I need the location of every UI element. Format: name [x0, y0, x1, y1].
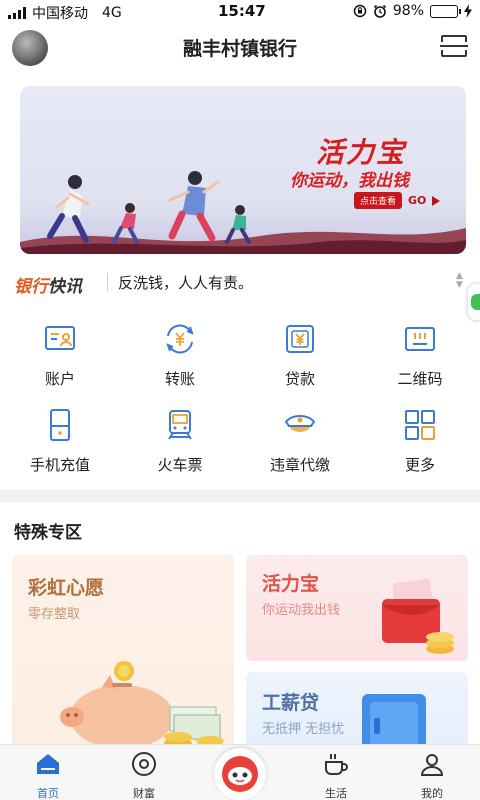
card-rainbow-wish-subtitle: 零存整取	[28, 607, 81, 622]
tab-wealth[interactable]: 财富	[96, 751, 192, 800]
card-rainbow-wish[interactable]: 彩虹心愿 零存整取	[12, 555, 234, 755]
runners-illustration	[47, 171, 251, 244]
home-icon	[37, 754, 59, 774]
banner-cta-pill: 点击查看	[354, 192, 403, 209]
red-envelope-illustration	[382, 578, 454, 654]
account-card-icon	[45, 326, 75, 350]
special-section-title: 特殊专区	[14, 523, 82, 543]
card-vitality-title: 活力宝	[262, 573, 320, 595]
func-traffic-fine[interactable]: 违章代缴	[240, 408, 360, 475]
assistant-button[interactable]	[214, 748, 266, 800]
func-loan-label: 贷款	[284, 370, 315, 388]
tab-mine[interactable]: 我的	[384, 751, 480, 800]
banner-title: 活力宝	[316, 136, 407, 169]
func-transfer[interactable]: 转账	[120, 322, 240, 389]
tab-home[interactable]: 首页	[0, 751, 96, 800]
battery-icon	[430, 4, 461, 18]
news-tag: 银行快讯	[14, 272, 82, 297]
card-vitality-subtitle: 你运动我出钱	[262, 603, 341, 618]
user-icon	[420, 754, 444, 776]
func-transfer-label: 转账	[164, 370, 195, 388]
police-cap-icon	[284, 415, 316, 432]
page-title: 融丰村镇银行	[182, 38, 297, 60]
func-qrcode-label: 二维码	[397, 370, 443, 388]
status-left: 中国移动 4G	[8, 3, 122, 23]
func-more[interactable]: 更多	[360, 408, 480, 475]
status-time: 15:47	[218, 2, 266, 20]
promo-banner[interactable]: 活力宝 你运动，我出钱 点击查看 GO	[20, 86, 466, 254]
tab-mine-label: 我的	[421, 787, 443, 800]
phone-topup-icon	[50, 409, 70, 441]
func-train-ticket[interactable]: 火车票	[120, 408, 240, 475]
robot-assistant-icon	[222, 756, 258, 792]
banner-cta[interactable]: 点击查看 GO	[354, 192, 441, 209]
alarm-icon	[373, 4, 386, 18]
func-loan[interactable]: 贷款	[240, 322, 360, 389]
signal-icon	[8, 7, 26, 19]
func-train-ticket-label: 火车票	[157, 456, 203, 474]
tab-wealth-label: 财富	[133, 787, 155, 800]
func-traffic-fine-label: 违章代缴	[269, 456, 330, 474]
coffee-cup-icon	[325, 754, 348, 775]
news-divider	[107, 273, 108, 291]
scan-icon[interactable]	[440, 34, 468, 58]
status-right: 98%	[353, 3, 472, 19]
card-rainbow-wish-title: 彩虹心愿	[28, 577, 105, 599]
func-account-label: 账户	[44, 370, 75, 388]
carrier-label: 中国移动	[32, 6, 88, 22]
news-tag-part1: 银行	[14, 277, 48, 297]
train-icon	[168, 410, 192, 440]
network-label: 4G	[102, 5, 122, 21]
loan-yen-icon	[286, 325, 314, 353]
news-tag-part2: 快讯	[48, 277, 82, 297]
play-arrow-icon	[432, 195, 441, 206]
func-phone-topup-label: 手机充值	[29, 456, 90, 474]
func-qrcode[interactable]: 二维码	[360, 322, 480, 389]
qr-code-icon	[405, 327, 435, 351]
tab-home-label: 首页	[37, 787, 59, 800]
more-grid-icon	[405, 410, 435, 440]
tab-life-label: 生活	[325, 787, 347, 800]
news-headline[interactable]: 反洗钱，人人有责。	[118, 272, 253, 293]
charging-icon	[464, 4, 472, 18]
func-more-label: 更多	[404, 456, 435, 474]
transfer-yen-icon	[166, 324, 194, 354]
floating-side-tab[interactable]	[468, 284, 480, 320]
rotation-lock-icon	[353, 4, 367, 18]
piggy-bank-illustration	[60, 661, 224, 752]
status-bar: 中国移动 4G 15:47 98%	[0, 0, 480, 24]
banner-cta-go: GO	[408, 194, 427, 207]
func-account[interactable]: 账户	[0, 322, 120, 389]
section-divider	[0, 490, 480, 502]
card-salary-loan-title: 工薪贷	[262, 692, 320, 714]
battery-percent: 98%	[392, 3, 424, 19]
news-scroll-arrows-icon: ▲ ▼	[456, 271, 463, 290]
func-phone-topup[interactable]: 手机充值	[0, 408, 120, 475]
tab-life[interactable]: 生活	[288, 751, 384, 800]
card-vitality[interactable]: 活力宝 你运动我出钱	[246, 555, 468, 661]
wealth-icon	[132, 752, 156, 776]
app-root: 中国移动 4G 15:47 98% 融丰村镇银行 活力宝 你运动，我出钱 点击查…	[0, 0, 480, 800]
banner-subtitle: 你运动，我出钱	[290, 171, 409, 191]
card-salary-loan-subtitle: 无抵押 无担忧	[262, 722, 345, 737]
